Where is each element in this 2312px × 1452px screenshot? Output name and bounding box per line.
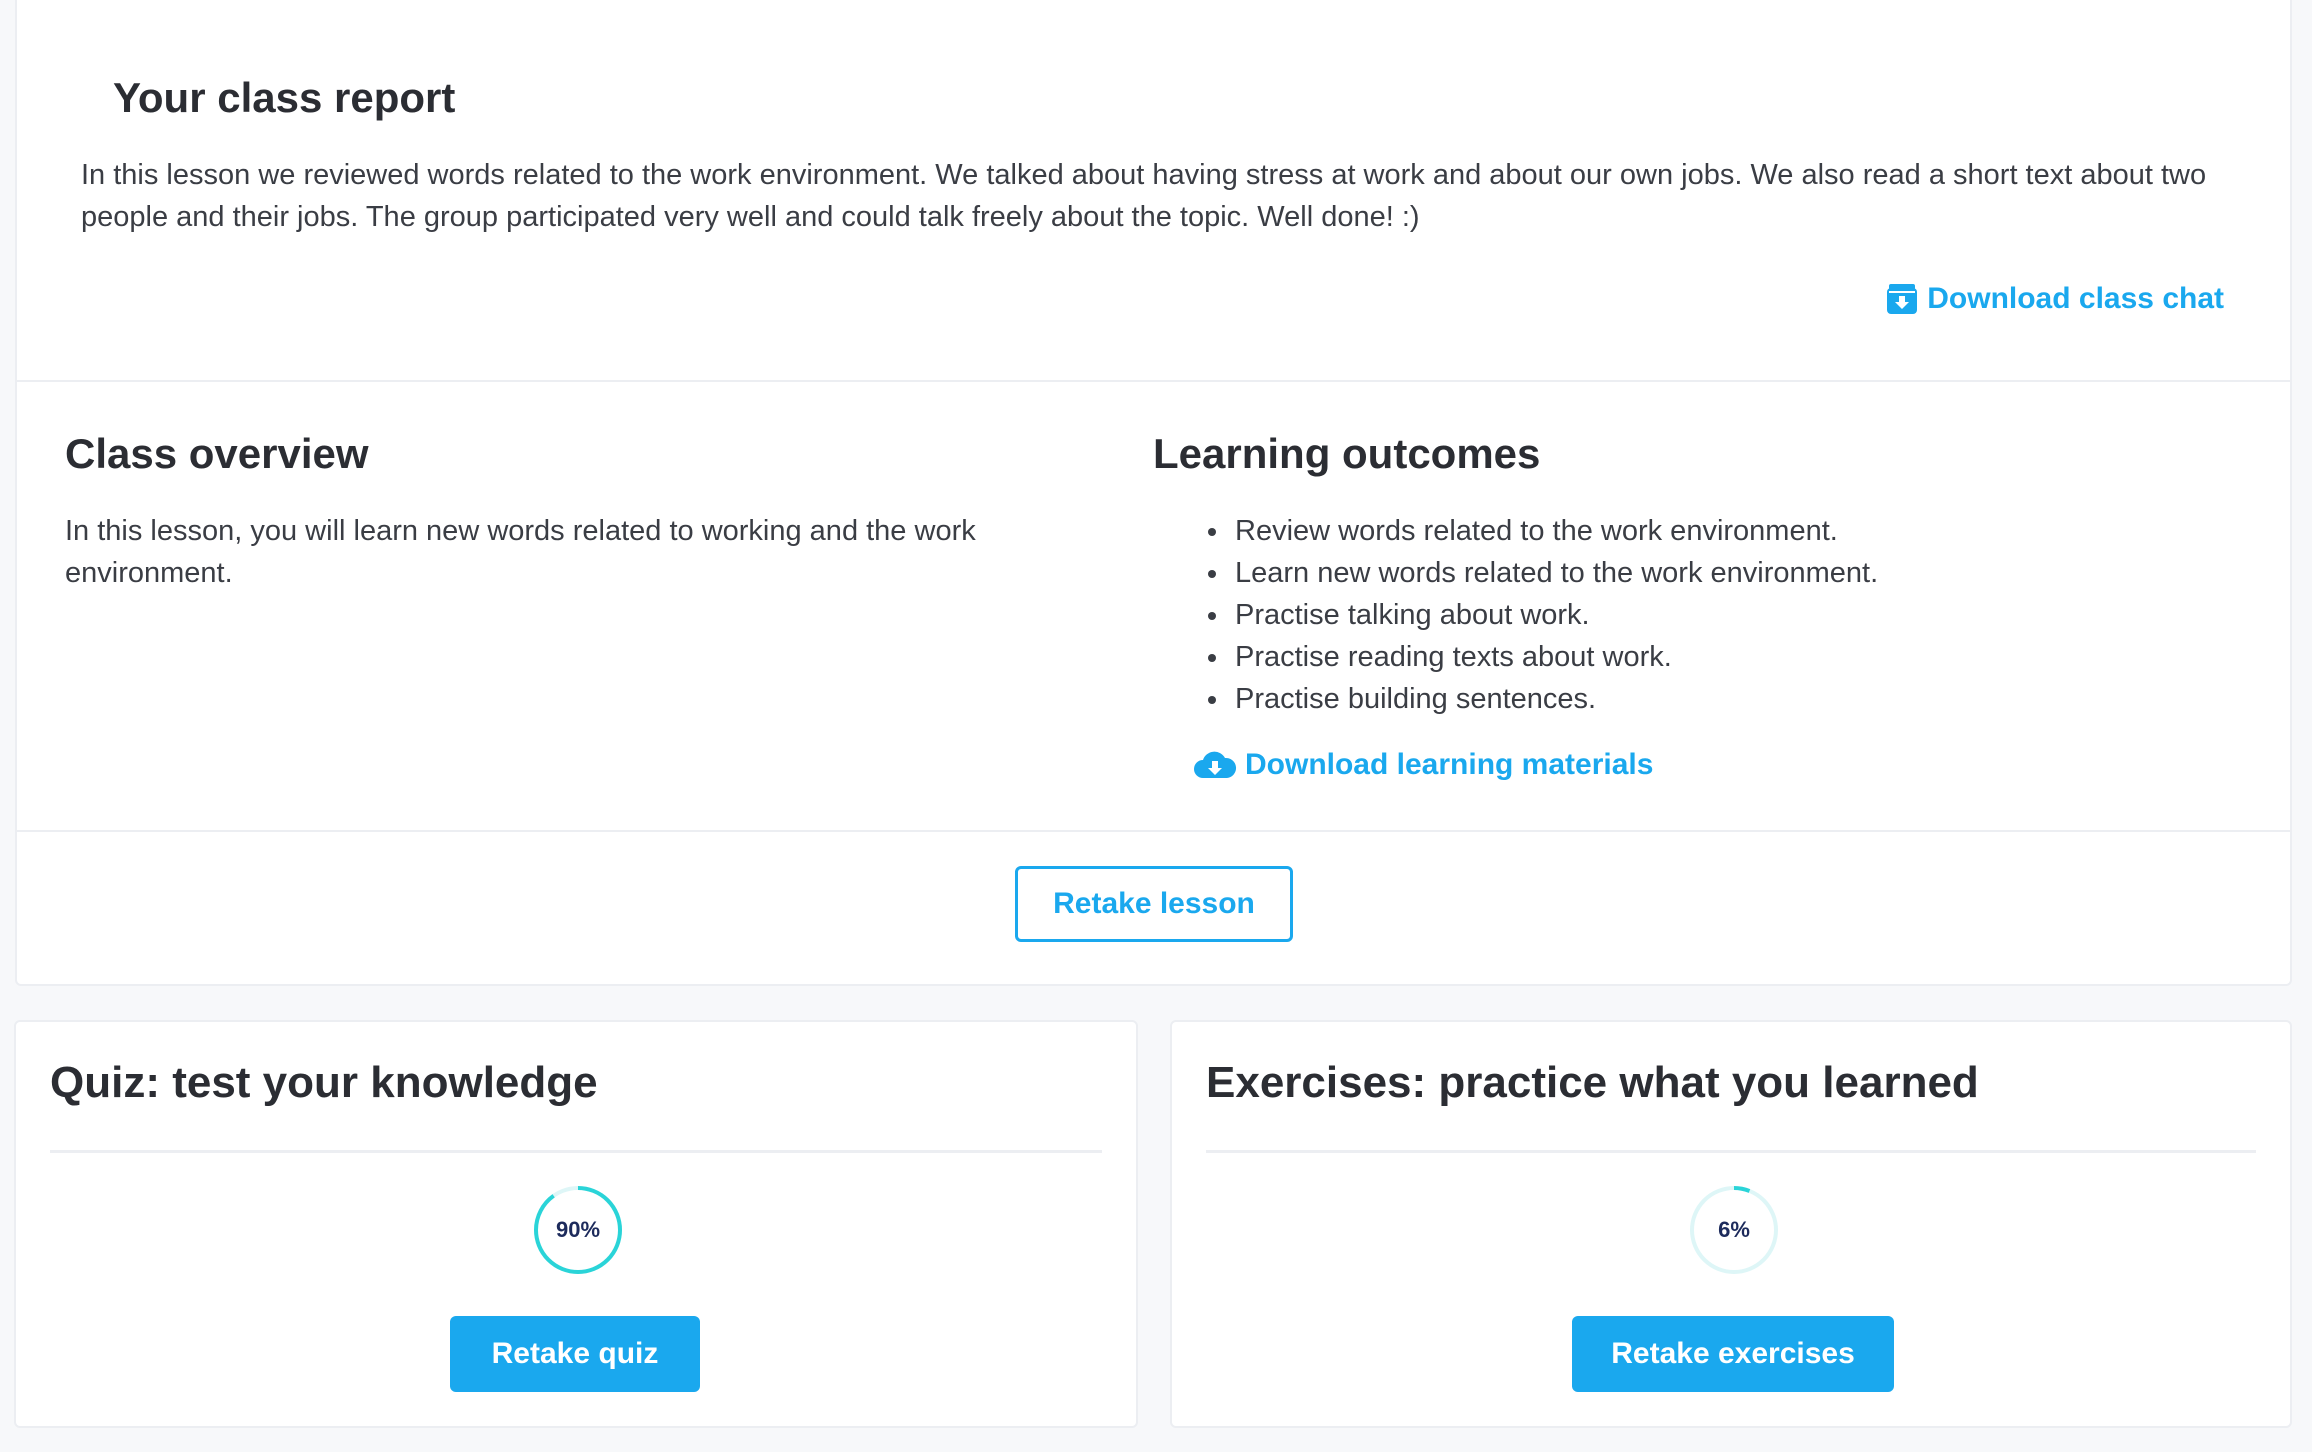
quiz-percent: 90% (555, 1217, 601, 1242)
retake-quiz-button[interactable]: Retake quiz (450, 1316, 700, 1392)
outcome-item: Review words related to the work environ… (1231, 510, 1878, 552)
report-title: Your class report (113, 74, 456, 121)
section-divider (17, 830, 2290, 832)
exercises-percent: 6% (1718, 1217, 1750, 1242)
exercises-progress-ring: 6% (1688, 1184, 1780, 1276)
download-learning-materials-label: Download learning materials (1245, 748, 1654, 781)
quiz-divider (50, 1150, 1102, 1153)
exercises-card: Exercises: practice what you learned 6% … (1170, 1020, 2292, 1428)
retake-lesson-button[interactable]: Retake lesson (1015, 866, 1293, 942)
download-class-chat-label: Download class chat (1927, 282, 2224, 315)
section-divider (17, 380, 2290, 382)
quiz-title: Quiz: test your knowledge (50, 1058, 598, 1107)
download-learning-materials-link[interactable]: Download learning materials (1193, 748, 1653, 782)
learning-outcomes-title: Learning outcomes (1153, 430, 1541, 477)
class-overview-title: Class overview (65, 430, 369, 477)
outcome-item: Learn new words related to the work envi… (1231, 552, 1878, 594)
report-text: In this lesson we reviewed words related… (81, 159, 2207, 233)
download-class-chat-link[interactable]: Download class chat (1885, 282, 2224, 316)
exercises-title: Exercises: practice what you learned (1206, 1058, 1979, 1107)
retake-exercises-button[interactable]: Retake exercises (1572, 1316, 1894, 1392)
outcome-item: Practise building sentences. (1231, 678, 1878, 720)
quiz-card: Quiz: test your knowledge 90% Retake qui… (14, 1020, 1138, 1428)
learning-outcomes-list: Review words related to the work environ… (1189, 510, 1878, 720)
exercises-divider (1206, 1150, 2256, 1153)
cloud-download-icon (1193, 748, 1237, 782)
download-box-icon (1885, 282, 1919, 316)
quiz-progress-ring: 90% (532, 1184, 624, 1276)
class-report-card: Your class report In this lesson we revi… (15, 0, 2292, 986)
class-overview-text: In this lesson, you will learn new words… (65, 515, 976, 589)
outcome-item: Practise talking about work. (1231, 594, 1878, 636)
outcome-item: Practise reading texts about work. (1231, 636, 1878, 678)
